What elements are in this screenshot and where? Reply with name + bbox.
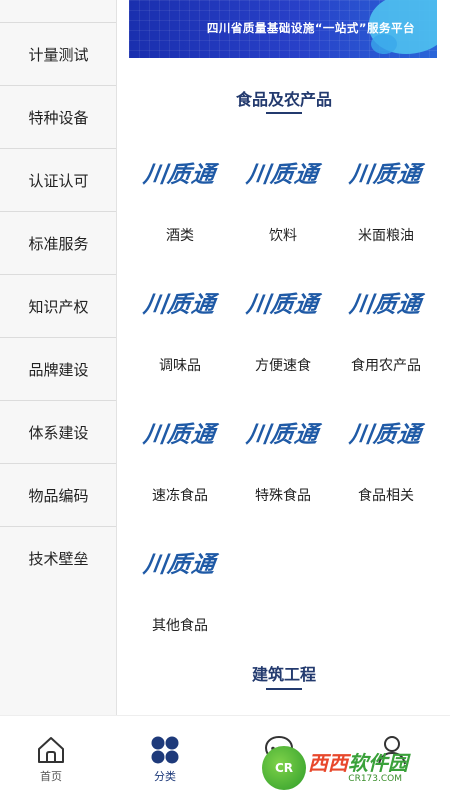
category-item-label: 其他食品 xyxy=(152,618,208,634)
sidebar-item-label: 计量测试 xyxy=(28,45,89,64)
category-item-label: 调味品 xyxy=(159,358,201,374)
sidebar-item-label: 知识产权 xyxy=(28,297,89,316)
sidebar-item-label: 技术壁垒 xyxy=(28,550,89,568)
sidebar-item-coding[interactable]: 物品编码 xyxy=(0,464,116,527)
sidebar-item-label: 标准服务 xyxy=(28,234,89,253)
watermark-logo: CR 西西软件园 CR173.COM xyxy=(262,742,442,794)
category-item-frozen-food[interactable]: 川质通 速冻食品 xyxy=(129,412,231,532)
category-item-label: 方便速食 xyxy=(255,358,311,374)
banner-decoration xyxy=(371,34,397,54)
nav-home-label: 首页 xyxy=(40,770,62,783)
sidebar-item-label: 特种设备 xyxy=(28,108,89,127)
section-underline xyxy=(266,688,302,690)
category-item-special-food[interactable]: 川质通 特殊食品 xyxy=(232,412,334,532)
chuanzhitong-logo: 川质通 xyxy=(347,292,424,318)
watermark-circle: CR xyxy=(262,746,306,790)
category-item-label: 食品相关 xyxy=(358,488,414,504)
category-item-label: 饮料 xyxy=(269,228,297,244)
sidebar-item-standards[interactable]: 标准服务 xyxy=(0,212,116,275)
category-item-liquor[interactable]: 川质通 酒类 xyxy=(129,152,231,272)
chuanzhitong-logo: 川质通 xyxy=(141,422,218,448)
nav-category[interactable]: 分类 xyxy=(135,734,195,796)
category-item-label: 速冻食品 xyxy=(152,488,208,504)
category-content: 四川省质量基础设施“一站式”服务平台 食品及农产品 川质通 酒类 川质通 饮料 … xyxy=(118,0,450,715)
category-item-label: 特殊食品 xyxy=(255,488,311,504)
sidebar-item-special-equipment[interactable]: 特种设备 xyxy=(0,86,116,149)
sidebar-item-trade-barrier[interactable]: 技术壁垒 xyxy=(0,527,116,590)
chuanzhitong-logo: 川质通 xyxy=(141,292,218,318)
chuanzhitong-logo: 川质通 xyxy=(141,552,218,578)
category-item-agri-product[interactable]: 川质通 食用农产品 xyxy=(335,282,437,402)
category-item-condiment[interactable]: 川质通 调味品 xyxy=(129,282,231,402)
sidebar-item-brand[interactable]: 品牌建设 xyxy=(0,338,116,401)
nav-home[interactable]: 首页 xyxy=(21,734,81,796)
category-item-other-food[interactable]: 川质通 其他食品 xyxy=(129,542,231,662)
chuanzhitong-logo: 川质通 xyxy=(244,422,321,448)
chuanzhitong-logo: 川质通 xyxy=(141,162,218,188)
section-title-food: 食品及农产品 xyxy=(235,90,332,109)
category-item-label: 米面粮油 xyxy=(358,228,414,244)
banner-title: 四川省质量基础设施“一站式”服务平台 xyxy=(206,21,415,35)
home-icon xyxy=(38,737,64,763)
category-item-grain-oil[interactable]: 川质通 米面粮油 xyxy=(335,152,437,272)
sidebar-item-label: 认证认可 xyxy=(28,171,89,190)
chuanzhitong-logo: 川质通 xyxy=(244,292,321,318)
sidebar-item-certification[interactable]: 认证认可 xyxy=(0,149,116,212)
section-title-construction: 建筑工程 xyxy=(251,665,316,684)
sidebar-item-ip[interactable]: 知识产权 xyxy=(0,275,116,338)
chuanzhitong-logo: 川质通 xyxy=(244,162,321,188)
category-icon xyxy=(151,736,179,764)
category-item-label: 食用农产品 xyxy=(351,358,421,374)
category-sidebar: 计量测试 特种设备 认证认可 标准服务 知识产权 品牌建设 体系建设 物品编码 … xyxy=(0,0,117,715)
category-item-beverage[interactable]: 川质通 饮料 xyxy=(232,152,334,272)
sidebar-item-label: 品牌建设 xyxy=(28,360,89,379)
nav-category-label: 分类 xyxy=(154,770,176,783)
sidebar-item-system[interactable]: 体系建设 xyxy=(0,401,116,464)
category-item-instant-food[interactable]: 川质通 方便速食 xyxy=(232,282,334,402)
sidebar-item-label: 体系建设 xyxy=(28,423,89,442)
sidebar-item-partial[interactable] xyxy=(0,0,116,23)
sidebar-item-label: 物品编码 xyxy=(28,486,89,505)
banner[interactable]: 四川省质量基础设施“一站式”服务平台 xyxy=(129,0,437,58)
sidebar-item-metrology[interactable]: 计量测试 xyxy=(0,23,116,86)
watermark-text: 西西软件园 CR173.COM xyxy=(308,751,408,784)
chuanzhitong-logo: 川质通 xyxy=(347,162,424,188)
category-item-food-related[interactable]: 川质通 食品相关 xyxy=(335,412,437,532)
section-underline xyxy=(266,112,302,114)
category-item-label: 酒类 xyxy=(166,228,194,244)
chuanzhitong-logo: 川质通 xyxy=(347,422,424,448)
